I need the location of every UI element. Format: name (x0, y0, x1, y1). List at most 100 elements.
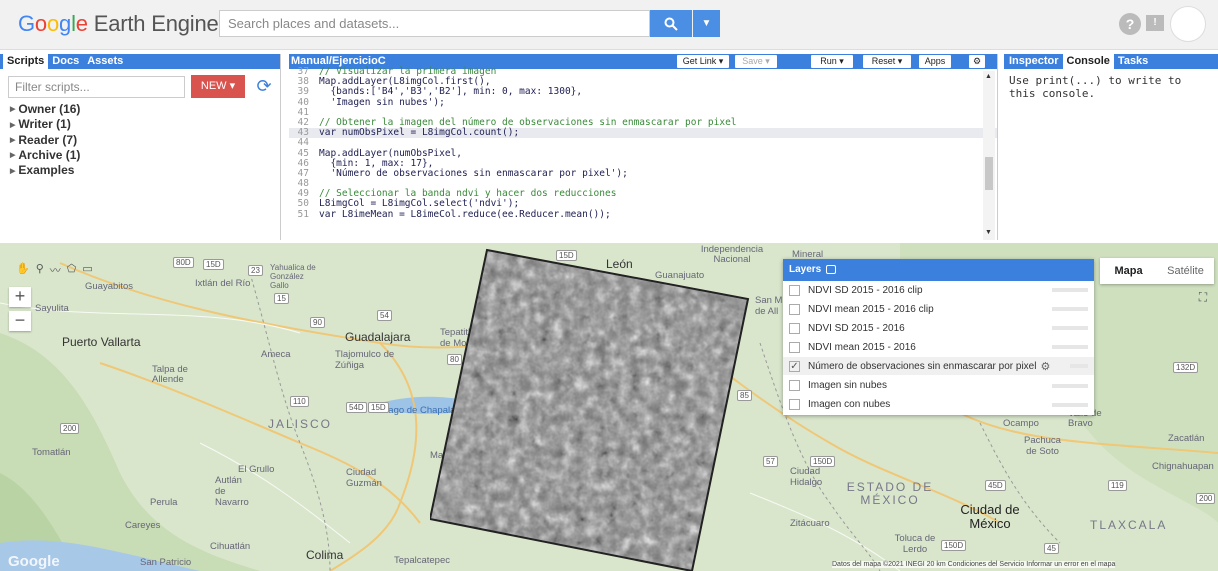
caret-right-icon: ▶ (10, 106, 16, 114)
road-shield: 150D (941, 540, 967, 551)
code-line[interactable]: 47 'Número de observaciones sin enmascar… (289, 168, 997, 179)
layer-row[interactable]: Imagen sin nubes (783, 376, 1094, 396)
road-shield: 23 (248, 265, 263, 276)
tab-inspector[interactable]: Inspector (1005, 54, 1063, 69)
layer-row[interactable]: Imagen con nubes (783, 396, 1094, 415)
checkbox-icon[interactable] (789, 341, 800, 353)
scroll-down-icon[interactable]: ▼ (985, 229, 992, 236)
layer-label: Imagen con nubes (808, 399, 891, 411)
scroll-up-icon[interactable]: ▲ (985, 73, 992, 80)
tab-console[interactable]: Console (1062, 54, 1114, 69)
line-icon[interactable]: 〰 (50, 262, 61, 277)
layer-label: Número de observaciones sin enmascarar p… (808, 360, 1037, 372)
tab-tasks[interactable]: Tasks (1114, 54, 1152, 69)
map-label-san-patricio: San Patricio (140, 557, 192, 568)
road-shield: 54 (377, 310, 392, 321)
tab-assets[interactable]: Assets (83, 54, 127, 69)
scrollbar-thumb[interactable] (985, 157, 993, 190)
google-earth-engine-logo[interactable]: Google Earth Engine (18, 11, 219, 37)
refresh-icon[interactable]: ⟳ (254, 75, 274, 97)
fullscreen-icon[interactable]: ⛶ (1193, 290, 1213, 310)
map-label-ameca: Ameca (261, 349, 291, 360)
caret-right-icon: ▶ (10, 121, 16, 129)
help-icon[interactable]: ? (1119, 13, 1141, 35)
checkbox-icon[interactable] (789, 284, 800, 296)
google-watermark: Google (8, 553, 60, 570)
line-number: 51 (297, 208, 309, 220)
code-line[interactable]: 43 var numObsPixel = L8imgCol.count(); (289, 127, 997, 139)
road-shield: 15D (203, 259, 224, 270)
checkbox-icon[interactable] (789, 399, 800, 411)
checkbox-icon[interactable] (789, 303, 800, 315)
opacity-slider[interactable] (1052, 288, 1088, 293)
right-panel-tabs: Inspector Console Tasks (1004, 54, 1218, 69)
map-label-perula: Perula (150, 497, 178, 508)
map-label-toluca: Toluca de Lerdo (894, 533, 936, 555)
layer-row[interactable]: NDVI mean 2015 - 2016 clip (783, 300, 1094, 320)
tree-item-writer[interactable]: ▶ Writer (1) (10, 117, 80, 132)
opacity-slider[interactable] (1052, 307, 1088, 312)
opacity-slider[interactable] (1052, 326, 1088, 331)
opacity-slider[interactable] (1070, 364, 1088, 369)
feedback-icon[interactable]: ! (1146, 15, 1164, 31)
map-label-tlajomulco: Tlajomulco de Zúñiga (335, 349, 395, 371)
map-attribution: Datos del mapa ©2021 INEGI 20 km Condici… (832, 561, 1116, 568)
layer-row[interactable]: NDVI SD 2015 - 2016 clip (783, 281, 1094, 301)
caret-right-icon: ▶ (10, 136, 16, 144)
tree-item-examples[interactable]: ▶ Examples (10, 163, 80, 178)
map-label-cihuatlan: Cihuatlán (210, 541, 251, 552)
tree-item-owner[interactable]: ▶ Owner (16) (10, 102, 80, 117)
zoom-out-button[interactable]: − (9, 311, 31, 331)
search-icon (664, 17, 678, 32)
code-editor[interactable]: 37// Visualizar la primera imagen 38 Map.a… (289, 66, 997, 236)
map-label-guadalajara: Guadalajara (345, 330, 411, 344)
checkbox-icon[interactable] (789, 380, 800, 392)
search-input[interactable]: Search places and datasets... (219, 10, 650, 37)
rectangle-icon[interactable]: ▭ (82, 262, 92, 276)
editor-scrollbar[interactable]: ▲ ▼ (983, 71, 995, 240)
search-dropdown-button[interactable]: ▼ (693, 10, 720, 37)
tree-item-reader[interactable]: ▶ Reader (7) (10, 133, 80, 148)
road-shield: 15D (368, 402, 389, 413)
checkbox-icon[interactable] (789, 322, 800, 334)
code-line[interactable]: 44 (289, 138, 997, 148)
road-shield: 54D (346, 402, 367, 413)
opacity-slider[interactable] (1052, 402, 1088, 407)
layer-row[interactable]: NDVI SD 2015 - 2016 (783, 319, 1094, 339)
code-line[interactable]: 40 'Imagen sin nubes'); (289, 96, 997, 108)
opacity-slider[interactable] (1052, 345, 1088, 350)
hand-icon[interactable]: ✋ (16, 262, 30, 276)
filter-scripts-input[interactable]: Filter scripts... (8, 76, 185, 98)
tab-scripts[interactable]: Scripts (3, 54, 49, 69)
lock-icon (826, 264, 837, 274)
checkbox-checked-icon[interactable]: ✓ (789, 360, 800, 372)
polygon-icon[interactable]: ⬠ (67, 262, 77, 276)
road-shield: 132D (1173, 362, 1199, 373)
search-button[interactable] (650, 10, 692, 37)
scripts-panel: Scripts Docs Assets Filter scripts... NE… (0, 54, 281, 240)
map-label-colima: Colima (306, 548, 344, 562)
code-line[interactable]: 51 var L8imeMean = L8imeCol.reduce(ee.Red… (289, 208, 997, 220)
opacity-slider[interactable] (1052, 383, 1088, 388)
tab-docs[interactable]: Docs (48, 54, 83, 69)
new-button[interactable]: NEW ▾ (191, 75, 245, 98)
layer-row[interactable]: ✓ Número de observaciones sin enmascarar … (783, 357, 1094, 377)
layer-label: Imagen sin nubes (808, 380, 887, 392)
map-label-estado-de-mexico: ESTADO DE MÉXICO (846, 480, 934, 507)
layer-row[interactable]: NDVI mean 2015 - 2016 (783, 338, 1094, 358)
layer-settings-gear-icon[interactable]: ⚙ (1040, 360, 1050, 373)
point-marker-icon[interactable]: ⚲ (36, 262, 44, 276)
layer-label: NDVI mean 2015 - 2016 (808, 341, 916, 353)
avatar[interactable] (1170, 6, 1206, 42)
road-shield: 45 (1044, 543, 1059, 554)
code-text: 'Imagen sin nubes'); (319, 96, 445, 108)
map-label-chignahuapan: Chignahuapan (1152, 461, 1214, 472)
tree-item-archive[interactable]: ▶ Archive (1) (10, 148, 80, 163)
road-shield: 110 (290, 396, 309, 407)
map-label-yahualica: Yahualica de González Gallo (270, 263, 316, 290)
zoom-in-button[interactable]: + (9, 287, 31, 307)
map-type-satellite[interactable]: Satélite (1157, 258, 1214, 284)
left-panel-tabs: Scripts Docs Assets (0, 54, 280, 69)
map-type-map[interactable]: Mapa (1100, 258, 1157, 284)
layers-header[interactable]: Layers (783, 259, 1094, 281)
